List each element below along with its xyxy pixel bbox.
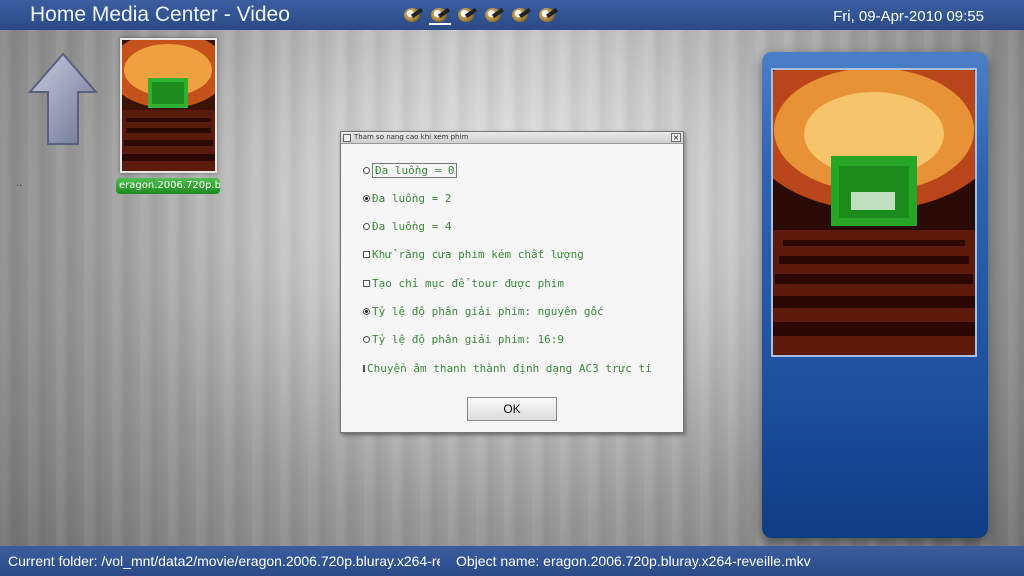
radio-button[interactable] (363, 166, 370, 174)
movie-thumbnail[interactable] (120, 38, 217, 173)
option-label: Đa luồng = 0 (372, 162, 458, 178)
checkbox[interactable] (363, 364, 365, 372)
option-build-index[interactable]: Tạo chỉ mục để tour được phim (363, 275, 564, 291)
movie-label[interactable]: eragon.2006.720p.bl (116, 178, 220, 194)
app-title: Home Media Center - Video (30, 3, 290, 26)
current-folder: Current folder: /vol_mnt/data2/movie/era… (8, 553, 440, 569)
disc-icon[interactable] (537, 6, 559, 25)
option-label: Tỷ lệ độ phân giải phim: 16:9 (372, 332, 565, 346)
disc-icon[interactable] (402, 6, 424, 25)
radio-button[interactable] (363, 194, 370, 202)
radio-button[interactable] (363, 222, 370, 230)
option-multithread-0[interactable]: Đa luồng = 0 (363, 162, 458, 178)
option-aspect-original[interactable]: Tỷ lệ độ phân giải phim: nguyên gốc (363, 303, 604, 319)
ok-button[interactable]: OK (467, 397, 557, 421)
option-label: Đa luồng = 2 (372, 191, 452, 205)
disc-icon[interactable] (456, 6, 478, 25)
option-label: Khử răng cưa phim kém chất lượng (372, 247, 584, 261)
option-label: Tỷ lệ độ phân giải phim: nguyên gốc (372, 304, 604, 318)
checkbox[interactable] (363, 279, 370, 287)
option-aspect-16-9[interactable]: Tỷ lệ độ phân giải phim: 16:9 (363, 331, 564, 347)
object-name: Object name: eragon.2006.720p.bluray.x26… (456, 553, 811, 569)
option-ac3-passthrough[interactable]: Chuyển âm thanh thành định dạng AC3 trực… (363, 360, 651, 376)
option-label: Chuyển âm thanh thành định dạng AC3 trực… (367, 361, 651, 375)
option-label: Đa luồng = 4 (372, 219, 452, 233)
advanced-playback-dialog: Tham so nang cao khi xem phim × Đa luồng… (340, 131, 684, 433)
dialog-titlebar[interactable]: Tham so nang cao khi xem phim × (341, 132, 683, 144)
dialog-title: Tham so nang cao khi xem phim (354, 133, 469, 141)
parent-folder-marker[interactable]: .. (16, 178, 22, 189)
up-arrow-icon[interactable] (28, 52, 98, 147)
option-multithread-4[interactable]: Đa luồng = 4 (363, 218, 451, 234)
disc-icon[interactable] (510, 6, 532, 25)
radio-button[interactable] (363, 335, 370, 343)
checkbox[interactable] (363, 250, 370, 258)
close-icon[interactable]: × (671, 133, 681, 142)
theater-image (773, 70, 975, 355)
status-bar: Current folder: /vol_mnt/data2/movie/era… (0, 546, 1024, 576)
top-bar: Home Media Center - Video Fri, 09-Apr-20… (0, 0, 1024, 30)
date-time: Fri, 09-Apr-2010 09:55 (833, 8, 984, 25)
window-menu-icon[interactable] (343, 134, 351, 142)
disc-icon[interactable] (483, 6, 505, 25)
option-deblock[interactable]: Khử răng cưa phim kém chất lượng (363, 246, 584, 262)
theater-image (122, 40, 215, 171)
mode-icon-bar (402, 6, 559, 25)
option-label: Tạo chỉ mục để tour được phim (372, 276, 565, 290)
radio-button[interactable] (363, 307, 370, 315)
disc-icon[interactable] (429, 6, 451, 25)
preview-poster (771, 68, 977, 357)
option-multithread-2[interactable]: Đa luồng = 2 (363, 190, 451, 206)
